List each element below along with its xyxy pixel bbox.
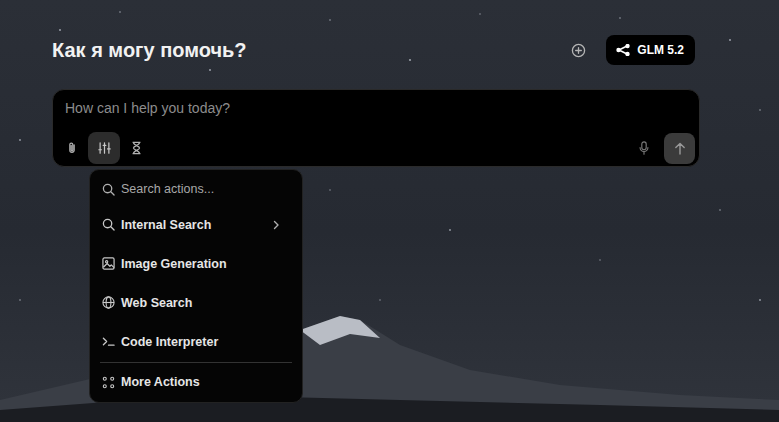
composer [52, 89, 700, 167]
search-icon [102, 218, 115, 231]
image-icon [102, 257, 115, 270]
actions-button[interactable] [88, 132, 120, 164]
menu-item-label: More Actions [121, 375, 200, 389]
main-area: Как я могу помочь? GLM 5.2 [0, 0, 779, 167]
actions-menu: Internal Search Image Generation Web Searc… [89, 169, 303, 403]
menu-item[interactable]: Internal Search [96, 205, 296, 244]
arrow-up-icon [674, 142, 686, 155]
menu-item-label: Internal Search [121, 218, 211, 232]
menu-separator [100, 362, 292, 363]
menu-item-label: Web Search [121, 296, 192, 310]
globe-icon [102, 296, 115, 309]
menu-item[interactable]: Web Search [96, 283, 296, 322]
model-label: GLM 5.2 [637, 43, 684, 57]
actions-search [96, 173, 296, 205]
plus-circle-icon [571, 43, 586, 58]
share-nodes-icon [616, 44, 630, 56]
new-chat-button[interactable] [571, 43, 586, 58]
model-selector[interactable]: GLM 5.2 [606, 35, 695, 65]
header: Как я могу помочь? GLM 5.2 [52, 35, 700, 65]
sliders-icon [97, 141, 112, 155]
tools-left [56, 132, 152, 164]
composer-toolbar [56, 132, 695, 164]
page-heading: Как я могу помочь? [52, 35, 247, 65]
more-actions-item[interactable]: More Actions [96, 364, 296, 400]
menu-item-label: Image Generation [121, 257, 227, 271]
menu-item[interactable]: Code Interpreter [96, 322, 296, 361]
send-button[interactable] [664, 133, 695, 164]
attach-button[interactable] [56, 132, 88, 164]
chevron-right-icon [272, 220, 280, 230]
menu-item[interactable]: Image Generation [96, 244, 296, 283]
message-input[interactable] [65, 98, 680, 118]
tools-right [628, 132, 695, 164]
hourglass-icon [130, 141, 143, 155]
search-icon [102, 183, 115, 196]
chat-home-screen: Как я могу помочь? GLM 5.2 Internal Search… [0, 0, 779, 422]
microphone-icon [638, 141, 650, 155]
header-actions: GLM 5.2 [571, 35, 695, 65]
paperclip-icon [65, 141, 79, 155]
actions-search-input[interactable] [121, 182, 290, 196]
menu-item-label: Code Interpreter [121, 335, 218, 349]
terminal-icon [102, 335, 115, 348]
history-button[interactable] [120, 132, 152, 164]
apps-grid-icon [102, 376, 115, 389]
voice-button[interactable] [628, 132, 660, 164]
